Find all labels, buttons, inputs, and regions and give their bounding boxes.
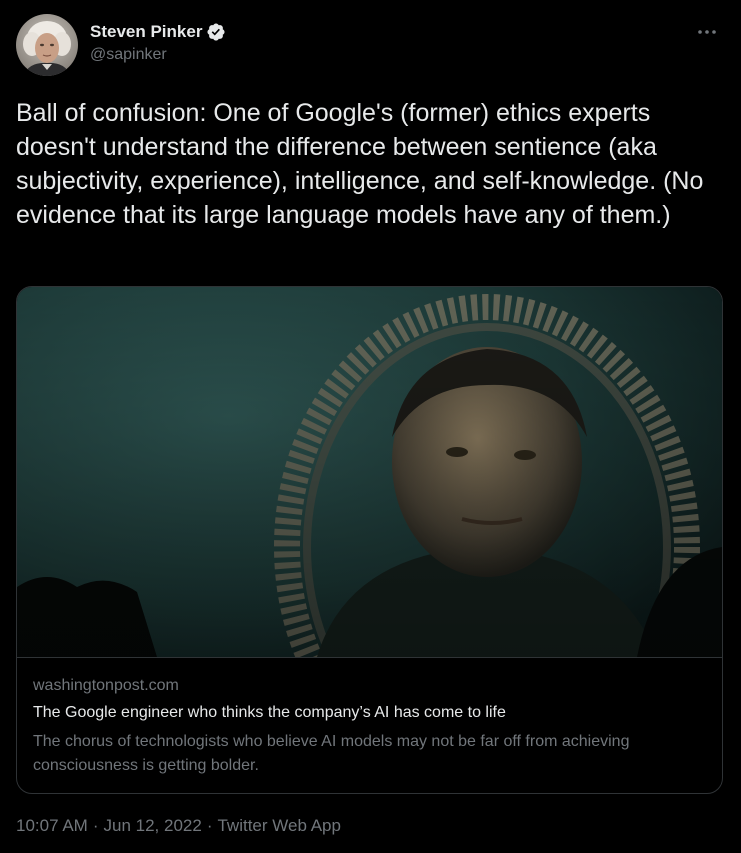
card-domain: washingtonpost.com <box>33 677 179 694</box>
card-info: washingtonpost.com The Google engineer w… <box>17 657 722 793</box>
tweet-header: Steven Pinker @sapinker <box>16 14 725 78</box>
avatar[interactable] <box>16 14 78 76</box>
author-info: Steven Pinker @sapinker <box>90 20 226 64</box>
tweet: Steven Pinker @sapinker Ball of confusio… <box>0 0 741 853</box>
tweet-source[interactable]: Twitter Web App <box>217 816 340 836</box>
tweet-date[interactable]: Jun 12, 2022 <box>104 816 202 836</box>
avatar-photo-icon <box>16 14 78 76</box>
card-photo <box>17 287 722 657</box>
verified-badge-icon <box>206 22 226 42</box>
meta-separator: · <box>92 816 99 835</box>
tweet-meta: 10:07 AM · Jun 12, 2022 · Twitter Web Ap… <box>16 816 341 836</box>
display-name-row: Steven Pinker <box>90 20 226 44</box>
link-card[interactable]: washingtonpost.com The Google engineer w… <box>16 286 723 794</box>
more-options-icon[interactable] <box>693 20 721 44</box>
meta-separator: · <box>206 816 213 835</box>
author-handle[interactable]: @sapinker <box>90 46 226 64</box>
tweet-time[interactable]: 10:07 AM <box>16 816 88 836</box>
card-title: The Google engineer who thinks the compa… <box>33 704 506 721</box>
tweet-text: Ball of confusion: One of Google's (form… <box>16 99 711 229</box>
card-image <box>17 287 722 657</box>
author-display-name[interactable]: Steven Pinker <box>90 22 202 42</box>
card-description: The chorus of technologists who believe … <box>33 733 630 774</box>
